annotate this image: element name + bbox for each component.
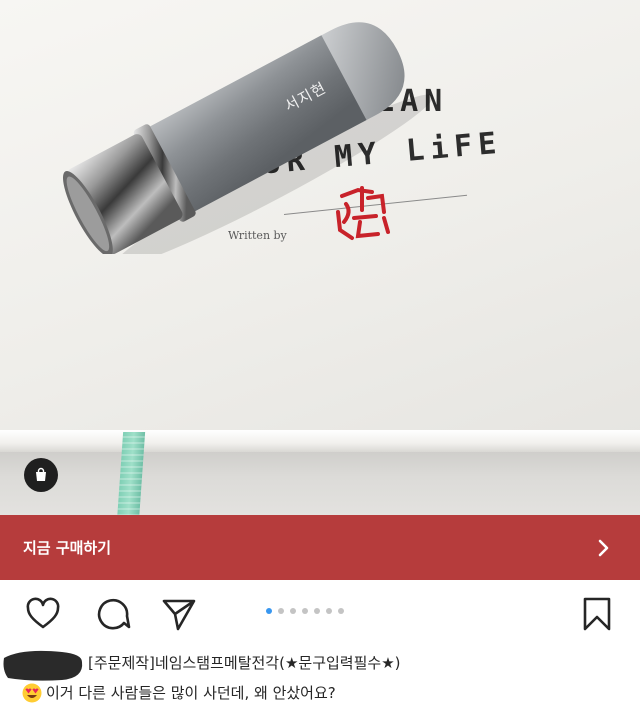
carousel-dot <box>290 608 296 614</box>
comment-text: 이거 다른 사람들은 많이 사던데, 왜 안샀어요? <box>46 684 336 702</box>
product-photo[interactable]: PLAN UR MY LiFE Written by 서지현 <box>0 0 640 515</box>
notebook-cover <box>0 452 640 515</box>
carousel-dot <box>338 608 344 614</box>
heart-eyes-emoji-icon <box>22 683 42 702</box>
post-actions <box>0 580 640 644</box>
shopping-bag-icon <box>36 467 46 481</box>
notebook-edge <box>0 430 640 452</box>
bookmark-icon[interactable] <box>578 595 616 633</box>
chevron-right-icon <box>598 539 609 556</box>
send-icon[interactable] <box>160 595 198 633</box>
product-name[interactable]: [주문제작]네임스탬프메탈전각(★문구입력필수★) <box>88 652 401 673</box>
shopping-bag-button[interactable] <box>24 458 58 492</box>
comment-icon[interactable] <box>94 595 132 633</box>
carousel-dot <box>278 608 284 614</box>
buy-now-label: 지금 구매하기 <box>23 539 112 557</box>
carousel-dot <box>266 608 272 614</box>
carousel-dot <box>326 608 332 614</box>
heart-icon[interactable] <box>24 595 62 633</box>
carousel-dot <box>314 608 320 614</box>
carousel-dot <box>302 608 308 614</box>
redacted-username <box>3 650 83 681</box>
carousel-indicator <box>266 608 344 614</box>
comment-row: 이거 다른 사람들은 많이 사던데, 왜 안샀어요? <box>22 682 336 703</box>
buy-now-banner[interactable]: 지금 구매하기 <box>0 515 640 580</box>
metal-stamp <box>62 22 434 254</box>
